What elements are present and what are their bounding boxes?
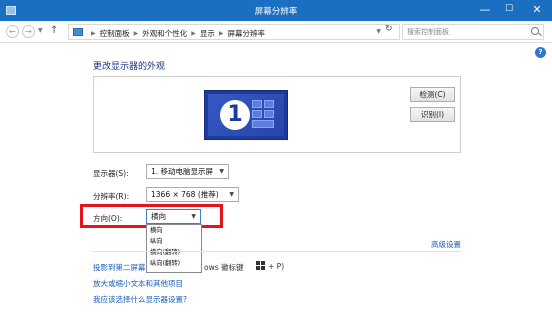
- breadcrumb-display[interactable]: 显示: [200, 28, 215, 39]
- divider: [93, 251, 461, 252]
- project-second-screen-link[interactable]: 投影到第二屏幕: [93, 262, 146, 273]
- breadcrumb-screen-resolution[interactable]: 屏幕分辨率: [228, 28, 266, 39]
- orientation-option-landscape[interactable]: 横向: [147, 226, 201, 236]
- address-bar: ← → ▼ ↑ ▶ 控制面板 ▶ 外观和个性化 ▶ 显示 ▶ 屏幕分辨率 ▼: [0, 21, 552, 43]
- display-select-value: 1. 移动电脑显示屏: [151, 167, 214, 176]
- chevron-right-icon[interactable]: ▶: [219, 30, 224, 37]
- search-icon[interactable]: [531, 27, 539, 35]
- advanced-settings-link[interactable]: 高级设置: [431, 239, 461, 250]
- display-label: 显示器(S):: [93, 169, 129, 178]
- shortcut-hint-suffix: + P): [268, 262, 285, 271]
- breadcrumb-control-panel[interactable]: 控制面板: [100, 28, 130, 39]
- orientation-dropdown-list: 横向 纵向 横向(翻转) 纵向(翻转): [146, 224, 202, 273]
- refresh-icon[interactable]: ↻: [385, 24, 393, 34]
- title-bar: 屏幕分辨率 — ☐ ✕: [0, 0, 552, 21]
- identify-button[interactable]: 识别(I): [410, 107, 455, 122]
- page-title: 更改显示器的外观: [93, 62, 166, 72]
- display-settings-help-link[interactable]: 我应该选择什么显示器设置?: [93, 294, 187, 305]
- control-panel-icon: [73, 28, 83, 36]
- screen-tile: [264, 110, 274, 118]
- screen-tile: [252, 100, 262, 108]
- monitor-number: 1: [220, 100, 250, 130]
- orientation-option-portrait[interactable]: 纵向: [147, 237, 201, 247]
- breadcrumb-appearance[interactable]: 外观和个性化: [142, 28, 187, 39]
- breadcrumb: ▶ 控制面板 ▶ 外观和个性化 ▶ 显示 ▶ 屏幕分辨率: [87, 28, 265, 39]
- address-dropdown-icon[interactable]: ▼: [376, 28, 381, 35]
- windows-logo-icon: [256, 261, 265, 270]
- resolution-select-value: 1366 × 768 (推荐): [151, 190, 219, 199]
- forward-arrow-icon[interactable]: →: [22, 25, 35, 38]
- screen-tile: [252, 110, 262, 118]
- screen-tile: [252, 120, 274, 128]
- close-button[interactable]: ✕: [522, 0, 552, 21]
- chevron-right-icon[interactable]: ▶: [134, 30, 139, 37]
- detect-button[interactable]: 检测(C): [410, 87, 455, 102]
- text-size-link[interactable]: 放大或缩小文本和其他项目: [93, 278, 183, 289]
- up-arrow-icon[interactable]: ↑: [50, 25, 58, 36]
- chevron-down-icon: ▼: [219, 168, 224, 175]
- recent-locations-chevron-icon[interactable]: ▼: [38, 27, 43, 34]
- chevron-right-icon: ▶: [91, 30, 96, 37]
- maximize-button[interactable]: ☐: [498, 0, 520, 21]
- minimize-button[interactable]: —: [474, 0, 496, 21]
- orientation-option-landscape-flipped[interactable]: 横向(翻转): [147, 248, 201, 258]
- chevron-down-icon: ▼: [229, 191, 234, 198]
- monitor-icon[interactable]: 1: [204, 90, 288, 140]
- address-box[interactable]: ▶ 控制面板 ▶ 外观和个性化 ▶ 显示 ▶ 屏幕分辨率 ▼: [68, 24, 400, 40]
- shortcut-hint-text: ows 徽标键: [204, 263, 244, 272]
- chevron-right-icon[interactable]: ▶: [191, 30, 196, 37]
- orientation-select[interactable]: 横向 ▼: [146, 209, 201, 224]
- chevron-down-icon: ▼: [191, 213, 196, 220]
- orientation-select-value: 横向: [151, 212, 166, 221]
- screen-tile: [264, 100, 274, 108]
- monitor-preview-panel: 1 检测(C) 识别(I): [93, 76, 461, 153]
- search-box[interactable]: [402, 24, 544, 40]
- orientation-label: 方向(O):: [93, 214, 123, 223]
- display-select[interactable]: 1. 移动电脑显示屏 ▼: [146, 164, 229, 179]
- window-title: 屏幕分辨率: [254, 7, 298, 17]
- resolution-label: 分辨率(R):: [93, 192, 130, 201]
- back-arrow-icon[interactable]: ←: [6, 25, 19, 38]
- search-input[interactable]: [407, 26, 527, 38]
- help-icon[interactable]: ?: [535, 47, 546, 58]
- resolution-select[interactable]: 1366 × 768 (推荐) ▼: [146, 187, 239, 202]
- monitor-screen: 1: [208, 94, 284, 136]
- orientation-option-portrait-flipped[interactable]: 纵向(翻转): [147, 259, 201, 269]
